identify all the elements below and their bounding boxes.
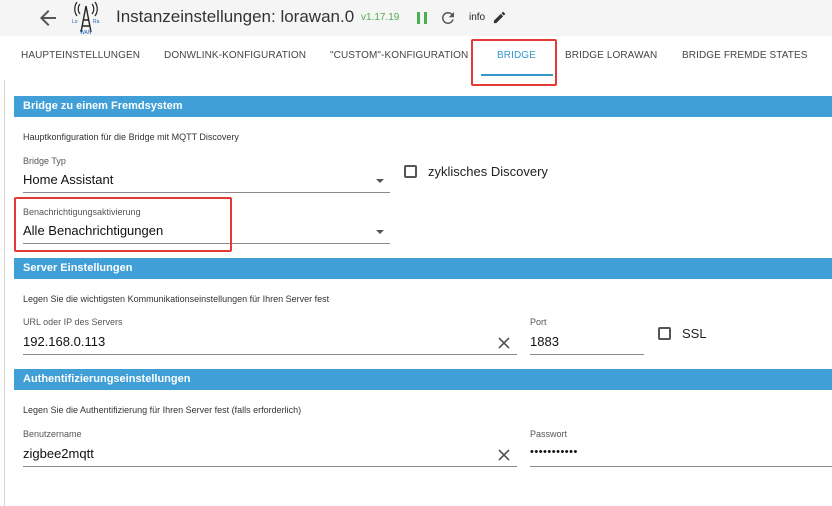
section-description-server: Legen Sie die wichtigsten Kommunikations… [23, 294, 330, 304]
cyclic-discovery-label: zyklisches Discovery [428, 164, 548, 179]
username-label: Benutzername [23, 429, 82, 439]
close-icon[interactable] [497, 448, 511, 462]
ssl-checkbox[interactable] [658, 327, 671, 340]
port-underline [530, 354, 644, 355]
page-title: Instanzeinstellungen: lorawan.0 [116, 7, 355, 26]
tab-bridge-lorawan[interactable]: BRIDGE LORAWAN [565, 50, 657, 61]
password-underline [530, 466, 832, 467]
caret-down-icon[interactable] [376, 230, 384, 234]
tab-downlink-konfiguration[interactable]: DONWLINK-KONFIGURATION [164, 50, 306, 61]
server-url-input[interactable]: 192.168.0.113 [23, 334, 105, 349]
server-url-label: URL oder IP des Servers [23, 317, 123, 327]
tab-haupteinstellungen[interactable]: HAUPTEINSTELLUNGEN [21, 50, 140, 61]
port-input[interactable]: 1883 [530, 334, 559, 349]
pencil-icon[interactable] [492, 10, 507, 25]
pause-icon[interactable] [415, 10, 429, 26]
section-description-auth: Legen Sie die Authentifizierung für Ihre… [23, 405, 302, 415]
tab-custom-konfiguration[interactable]: "CUSTOM"-KONFIGURATION [330, 50, 468, 61]
log-level[interactable]: info [469, 12, 485, 23]
server-url-underline [23, 354, 517, 355]
close-icon[interactable] [497, 336, 511, 350]
tab-bridge-fremde-states[interactable]: BRIDGE FREMDE STATES [682, 50, 808, 61]
config-tabs: HAUPTEINSTELLUNGEN DONWLINK-KONFIGURATIO… [0, 36, 832, 80]
caret-down-icon[interactable] [376, 179, 384, 183]
arrow-left-icon[interactable] [36, 6, 60, 30]
section-description-bridge: Hauptkonfiguration für die Bridge mit MQ… [23, 132, 239, 142]
reload-icon[interactable] [439, 9, 457, 27]
username-underline [23, 466, 517, 467]
ssl-label: SSL [682, 326, 707, 341]
port-label: Port [530, 317, 547, 327]
bridge-type-underline [23, 192, 390, 193]
section-header-server: Server Einstellungen [14, 258, 832, 279]
password-label: Passwort [530, 429, 568, 439]
highlight-box-notification [14, 197, 232, 252]
left-border [4, 36, 5, 506]
highlight-box-tab [471, 39, 557, 86]
password-input[interactable]: ••••••••••• [530, 446, 578, 458]
logo-text-top: Lo [72, 19, 78, 25]
bridge-type-label: Bridge Typ [23, 156, 66, 166]
section-header-auth: Authentifizierungseinstellungen [14, 369, 832, 390]
lorawan-logo-icon: Lo Ra WAN [72, 1, 100, 36]
logo-text-right: Ra [93, 19, 100, 25]
instance-header: Lo Ra WAN Instanzeinstellungen: lorawan.… [0, 0, 832, 36]
version-badge: v1.17.19 [361, 12, 400, 23]
section-header-bridge: Bridge zu einem Fremdsystem [14, 96, 832, 117]
username-input[interactable]: zigbee2mqtt [23, 446, 94, 461]
cyclic-discovery-checkbox[interactable] [404, 165, 417, 178]
bridge-type-select[interactable]: Home Assistant [23, 172, 113, 187]
